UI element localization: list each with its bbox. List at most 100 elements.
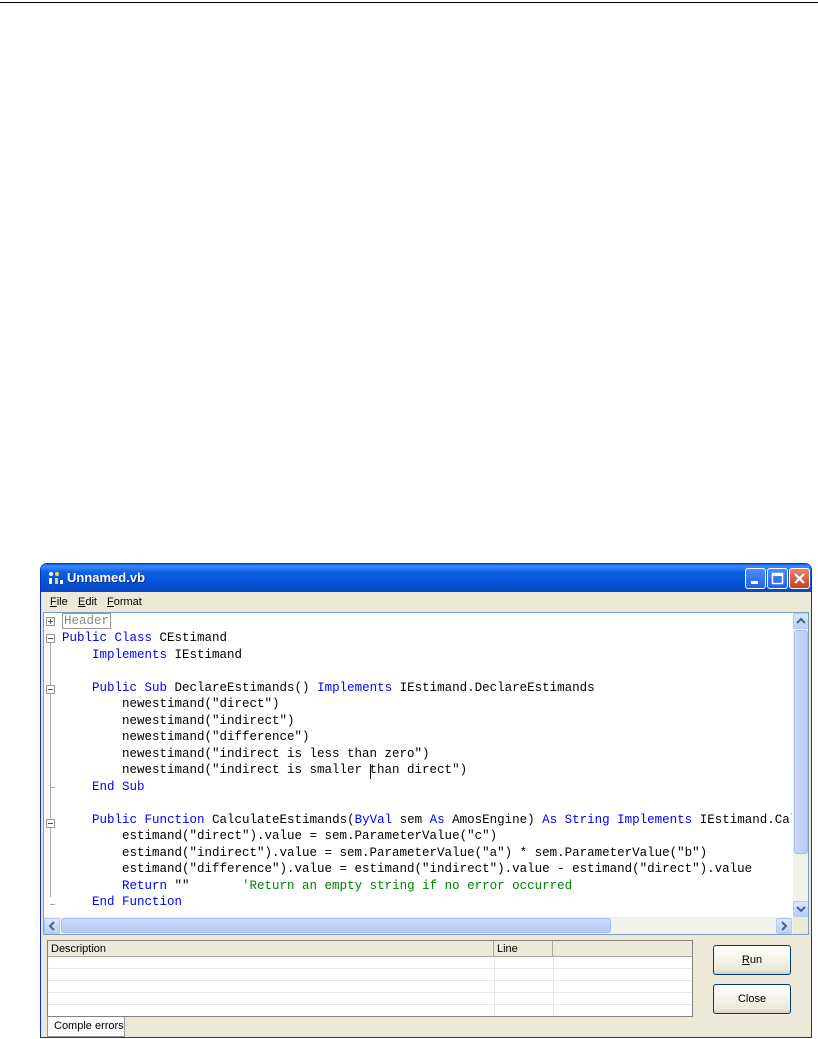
code-keyword: As String Implements (542, 812, 693, 827)
minimize-icon (751, 581, 758, 584)
menu-format-mnemonic: F (107, 596, 114, 608)
code-comment: 'Return an empty string if no error occu… (242, 878, 573, 893)
column-header-blank[interactable] (553, 941, 692, 957)
list-item[interactable] (48, 969, 692, 981)
page-top-rule (0, 2, 818, 3)
code-text: newestimand("difference") (62, 730, 310, 744)
code-text: newestimand("indirect is less than zero"… (62, 746, 430, 761)
horizontal-scrollbar[interactable] (44, 917, 793, 934)
menu-format[interactable]: Format (107, 596, 142, 608)
list-item[interactable] (48, 957, 692, 969)
code-editor[interactable]: Header Public Class CEstimand Implements… (43, 612, 809, 935)
code-keyword: Public Function (92, 812, 205, 827)
class-fold-line (50, 643, 51, 897)
code-line: Public Class CEstimand (62, 630, 227, 647)
function-fold-end (50, 904, 55, 905)
code-text: CalculateEstimands( (204, 812, 355, 827)
code-line: estimand("difference").value = estimand(… (62, 861, 752, 878)
menu-file-mnemonic: F (50, 596, 57, 608)
column-header-description[interactable]: Description (48, 941, 494, 957)
code-keyword: Return (122, 878, 168, 893)
code-text: estimand("difference").value = estimand(… (62, 862, 753, 876)
title-bar[interactable]: Unnamed.vb (41, 564, 811, 592)
code-text: sem (392, 812, 430, 827)
code-line: newestimand("difference") (62, 729, 310, 746)
column-divider (494, 957, 495, 1016)
list-item[interactable] (48, 993, 692, 1005)
code-keyword: End Sub (92, 779, 145, 794)
window-title: Unnamed.vb (67, 570, 146, 585)
scroll-up-button[interactable] (793, 613, 808, 629)
menu-file-label: ile (56, 596, 68, 608)
code-keyword: End Function (92, 895, 183, 909)
collapse-function-icon[interactable] (46, 819, 55, 828)
chevron-up-icon (796, 617, 806, 624)
scroll-left-button[interactable] (44, 918, 60, 934)
code-keyword: Public Sub (92, 680, 168, 695)
close-icon (794, 573, 805, 584)
code-line: newestimand("indirect") (62, 713, 295, 730)
tab-compile-errors[interactable]: Comple errors (47, 1017, 125, 1037)
code-text: DeclareEstimands() (167, 680, 318, 695)
code-area[interactable]: Header Public Class CEstimand Implements… (44, 613, 792, 916)
scroll-down-button[interactable] (793, 901, 808, 917)
code-text: estimand("direct").value = sem.Parameter… (62, 829, 498, 843)
list-item[interactable] (48, 981, 692, 993)
code-header-line: Header (62, 613, 112, 630)
code-line: Implements IEstimand (62, 647, 242, 664)
minimize-button[interactable] (745, 568, 766, 589)
code-line: End Sub (62, 779, 145, 796)
code-line: newestimand("direct") (62, 696, 280, 713)
code-line: Public Sub DeclareEstimands() Implements… (62, 680, 595, 697)
close-button[interactable]: Close (713, 984, 791, 1014)
run-mnemonic: R (741, 954, 750, 966)
code-text: "" (167, 878, 243, 893)
code-keyword: Implements (92, 647, 168, 662)
collapse-sub-icon[interactable] (46, 685, 55, 694)
close-window-button[interactable] (789, 568, 810, 589)
menu-file[interactable]: File (50, 596, 68, 608)
list-item[interactable] (48, 1005, 692, 1016)
horizontal-scroll-thumb[interactable] (61, 918, 611, 933)
app-icon (49, 572, 63, 584)
column-header-line[interactable]: Line (494, 941, 553, 957)
maximize-button[interactable] (767, 568, 788, 589)
code-text: IEstimand.DeclareEstimands (392, 680, 595, 695)
code-text: newestimand("direct") (62, 697, 280, 711)
code-line: End Function (62, 894, 182, 911)
chevron-right-icon (781, 921, 788, 931)
code-text: CEstimand (152, 631, 228, 645)
code-line: Return "" 'Return an empty string if no … (62, 878, 572, 895)
code-text: newestimand("indirect") (62, 713, 295, 728)
vertical-scrollbar[interactable] (793, 613, 808, 917)
chevron-left-icon (48, 921, 55, 931)
code-line: Public Function CalculateEstimands(ByVal… (62, 812, 792, 829)
chevron-down-icon (796, 906, 806, 913)
code-keyword: As (429, 812, 445, 827)
menu-format-label: ormat (113, 596, 142, 608)
header-region[interactable]: Header (62, 613, 112, 629)
code-keyword: Implements (317, 680, 393, 695)
expand-header-icon[interactable] (46, 617, 55, 626)
code-line: estimand("direct").value = sem.Parameter… (62, 828, 497, 845)
run-button[interactable]: Run (713, 945, 791, 975)
compile-errors-list[interactable]: Description Line (47, 940, 693, 1017)
code-text: AmosEngine) (444, 812, 543, 827)
code-line: estimand("indirect").value = sem.Paramet… (62, 845, 707, 862)
code-line: newestimand("indirect is smaller than di… (62, 762, 467, 779)
scroll-right-button[interactable] (776, 918, 792, 934)
scrollbar-corner (793, 917, 808, 934)
code-keyword: ByVal (354, 812, 393, 827)
code-text: IEstimand (167, 647, 243, 662)
vertical-scroll-thumb[interactable] (794, 630, 808, 854)
menu-edit[interactable]: Edit (78, 596, 97, 608)
menu-bar: File Edit Format (41, 592, 811, 612)
collapse-class-icon[interactable] (46, 634, 55, 643)
code-text: newestimand("indirect is smaller than di… (62, 763, 468, 777)
